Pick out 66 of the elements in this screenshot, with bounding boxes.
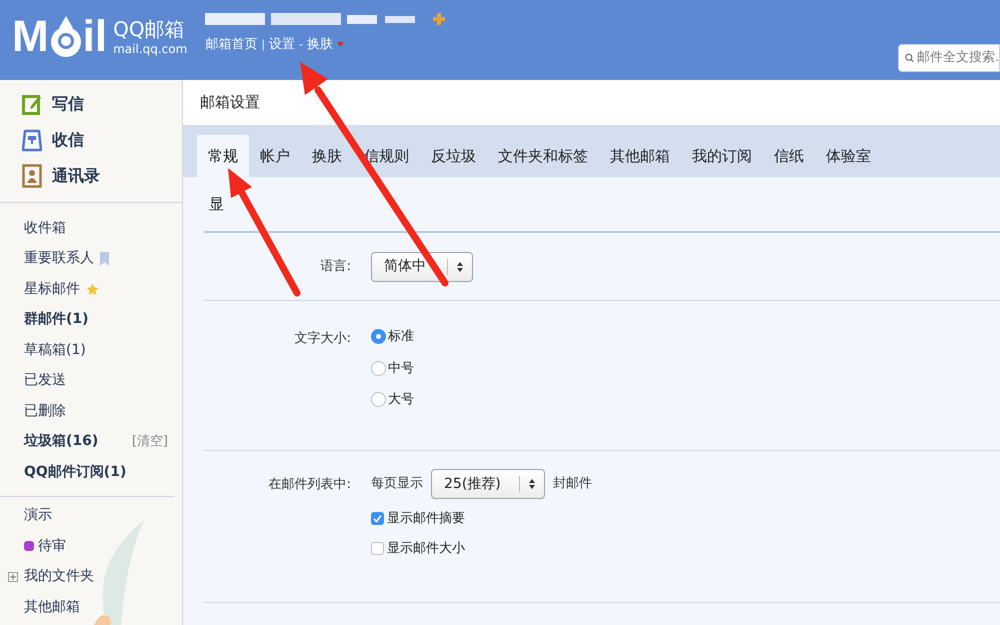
stepper-icon	[528, 478, 536, 490]
radio-label: 标准	[388, 328, 414, 346]
inbox-tray-icon	[22, 128, 42, 152]
folder-link[interactable]: QQ邮件订阅(1)	[24, 462, 126, 483]
checkbox[interactable]	[371, 542, 384, 555]
stepper-icon	[456, 260, 464, 272]
folder-link[interactable]: 已删除	[24, 400, 66, 422]
caret-icon	[337, 42, 344, 48]
radio-button[interactable]	[371, 392, 386, 408]
folder-link[interactable]: 已发送	[24, 370, 66, 392]
radio-label: 中号	[388, 360, 414, 378]
sidebar-action[interactable]: 写信	[52, 92, 84, 116]
page-title: 邮箱设置	[200, 92, 260, 114]
settings-tab[interactable]: 反垃圾	[420, 135, 487, 177]
folder-link[interactable]: 重要联系人	[24, 248, 94, 270]
field-label: 封邮件	[553, 475, 592, 494]
field-label: 文字大小:	[294, 330, 352, 348]
header-link[interactable]: 邮箱首页	[205, 35, 258, 54]
checkbox-label: 显示邮件大小	[387, 540, 465, 558]
settings-tab[interactable]: 信纸	[763, 135, 815, 177]
add-icon[interactable]	[433, 13, 446, 25]
checkbox[interactable]	[371, 512, 384, 526]
folder-link[interactable]: 其他邮箱	[24, 596, 80, 618]
dropdown[interactable]: 简体中	[371, 252, 473, 282]
settings-tab[interactable]: 常规	[197, 135, 249, 177]
radio-button[interactable]	[371, 329, 386, 344]
contact-card-icon	[22, 164, 42, 188]
radio-button[interactable]	[371, 360, 386, 376]
radio-label: 大号	[388, 391, 414, 409]
bookmark-icon	[100, 252, 109, 266]
settings-tab[interactable]: 文件夹和标签	[487, 135, 599, 177]
folder-link[interactable]: 收件箱	[24, 218, 66, 239]
logo-letters: il	[82, 15, 108, 59]
search-field[interactable]: 邮件全文搜索.	[898, 44, 1000, 72]
brand-domain: mail.qq.com	[113, 42, 188, 57]
settings-tab[interactable]: 帐户	[249, 135, 301, 177]
folder-link[interactable]: 垃圾箱(16)	[24, 431, 98, 452]
checkbox-label: 显示邮件摘要	[387, 510, 465, 528]
settings-tab[interactable]: 我的订阅	[681, 135, 763, 177]
penguin-logo-icon	[48, 14, 83, 60]
settings-tab[interactable]: 体验室	[815, 135, 882, 177]
logo-letters: M	[12, 15, 49, 59]
separator: |	[261, 36, 266, 53]
section-title: 显	[209, 194, 224, 215]
folder-link[interactable]: 星标邮件	[24, 278, 80, 300]
sidebar-action[interactable]: 收信	[52, 128, 84, 152]
sidebar-action[interactable]: 通讯录	[52, 164, 100, 188]
star-icon	[86, 282, 99, 296]
settings-tab[interactable]: 换肤	[301, 135, 353, 177]
header-link[interactable]: 设置	[269, 35, 296, 54]
settings-tab[interactable]: 其他邮箱	[599, 135, 681, 177]
folder-link[interactable]: 草稿箱(1)	[24, 340, 86, 361]
folder-link[interactable]: 我的文件夹	[24, 566, 94, 588]
field-label: 每页显示	[371, 475, 423, 494]
brand-name: QQ邮箱	[113, 17, 186, 42]
separator: -	[299, 36, 304, 52]
expand-icon[interactable]	[8, 572, 18, 582]
field-label: 在邮件列表中:	[268, 476, 352, 494]
dropdown[interactable]: 25(推荐)	[431, 469, 545, 499]
folder-link[interactable]: 演示	[24, 505, 52, 526]
folder-link[interactable]: 待审	[38, 536, 66, 557]
compose-icon	[22, 93, 42, 115]
search-icon	[905, 52, 914, 64]
header-link[interactable]: 换肤	[307, 35, 334, 54]
folder-link[interactable]: 群邮件(1)	[24, 309, 89, 330]
field-label: 语言:	[320, 258, 352, 276]
